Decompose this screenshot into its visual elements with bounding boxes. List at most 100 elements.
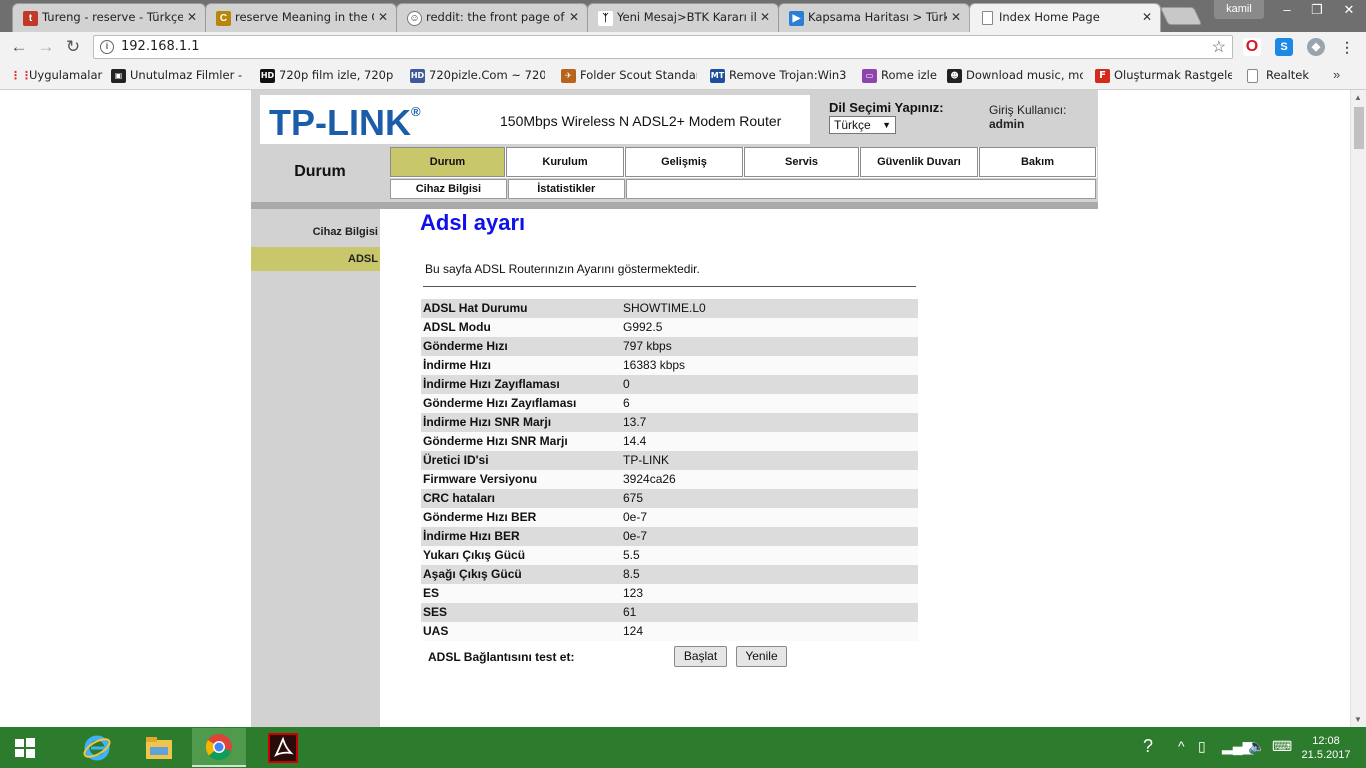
minimize-icon[interactable]: – xyxy=(1272,0,1302,20)
bookmark-720p[interactable]: HD 720p film izle, 720p izle xyxy=(260,68,396,84)
refresh-button[interactable]: Yenile xyxy=(736,646,787,667)
menu-icon[interactable]: ⋮ xyxy=(1338,38,1356,56)
info-icon[interactable]: i xyxy=(100,40,114,54)
close-tab-icon[interactable]: ✕ xyxy=(567,10,581,24)
system-clock[interactable]: 12:08 21.5.2017 xyxy=(1298,734,1354,762)
acrobat-reader-icon[interactable] xyxy=(256,728,310,767)
volume-icon[interactable]: 🔈 xyxy=(1248,738,1265,755)
vertical-scrollbar[interactable]: ▲ ▼ xyxy=(1350,90,1366,727)
table-row: Gönderme Hızı 797 kbps xyxy=(421,337,918,356)
help-icon[interactable]: ? xyxy=(1143,736,1153,757)
bookmark-folder-scout[interactable]: ✈ Folder Scout Standard xyxy=(561,68,697,84)
page-description: Bu sayfa ADSL Routerınızın Ayarını göste… xyxy=(425,262,700,276)
chrome-taskbar-icon[interactable] xyxy=(192,728,246,767)
browser-tab-reddit[interactable]: ☺ reddit: the front page of the internet… xyxy=(396,3,588,32)
stat-label: İndirme Hızı xyxy=(423,358,492,372)
folder-scout-icon: ✈ xyxy=(561,69,576,83)
browser-tab-cambridge[interactable]: C reserve Meaning in the Cambridge Engli… xyxy=(205,3,397,32)
tab-guvenlik-duvari[interactable]: Güvenlik Duvarı xyxy=(860,147,978,177)
language-select[interactable]: Türkçe ▼ xyxy=(829,116,896,134)
bookmark-download[interactable]: ☻ Download music, movies xyxy=(947,68,1083,84)
forward-arrow-icon[interactable]: → xyxy=(35,36,57,58)
stat-value: 0 xyxy=(623,377,630,391)
tab-title: Yeni Mesaj>BTK Kararı ile xyxy=(617,10,756,24)
close-tab-icon[interactable]: ✕ xyxy=(758,10,772,24)
bookmark-720pizle[interactable]: HD 720pizle.Com ~ 720p film xyxy=(410,68,545,84)
skype-icon[interactable]: S xyxy=(1275,38,1293,56)
tab-gelismis[interactable]: Gelişmiş xyxy=(625,147,743,177)
bookmark-remove-trojan[interactable]: MT Remove Trojan:Win32 xyxy=(710,68,847,84)
stat-value: 797 kbps xyxy=(623,339,672,353)
ime-icon[interactable]: ⌨ xyxy=(1272,738,1292,755)
bookmark-olusturmak[interactable]: F Oluşturmak Rastgele Ana xyxy=(1095,68,1232,84)
chevron-up-icon[interactable]: ^ xyxy=(1178,738,1185,754)
close-tab-icon[interactable]: ✕ xyxy=(949,10,963,24)
battery-icon[interactable]: ▯ xyxy=(1198,738,1206,755)
tab-kurulum[interactable]: Kurulum xyxy=(506,147,624,177)
bookmark-rome[interactable]: ▭ Rome izle xyxy=(862,68,952,84)
new-tab-button[interactable] xyxy=(1159,7,1203,25)
extension-icon[interactable]: ◆ xyxy=(1307,38,1325,56)
browser-tab-forum[interactable]: ᛉ Yeni Mesaj>BTK Kararı ile ✕ xyxy=(587,3,779,32)
browser-tab-index[interactable]: Index Home Page ✕ xyxy=(969,3,1161,32)
f-icon: F xyxy=(1095,69,1110,83)
browser-tab-kapsama[interactable]: ▶ Kapsama Haritası > Türk Telekom ✕ xyxy=(778,3,970,32)
bookmark-label: Unutulmaz Filmler - Sinema Filmleri xyxy=(130,68,245,82)
close-window-icon[interactable]: ✕ xyxy=(1334,0,1364,20)
stat-label: UAS xyxy=(423,624,449,638)
sub-tabs: Cihaz Bilgisi İstatistikler xyxy=(390,179,1097,200)
table-row: Gönderme Hızı BER 0e-7 xyxy=(421,508,918,527)
internet-explorer-icon[interactable] xyxy=(70,728,124,767)
forum-icon: ᛉ xyxy=(598,11,613,26)
profile-button[interactable]: kamil xyxy=(1214,0,1264,19)
document-icon xyxy=(1247,69,1258,83)
bookmark-label: Remove Trojan:Win32 xyxy=(729,68,847,82)
stat-label: Gönderme Hızı xyxy=(423,339,508,353)
stat-value: 124 xyxy=(623,624,644,638)
scrollbar-thumb[interactable] xyxy=(1354,107,1364,149)
bookmark-unutulmaz[interactable]: ▣ Unutulmaz Filmler - Sinema Filmleri xyxy=(111,68,245,84)
left-menu-cihaz-bilgisi[interactable]: Cihaz Bilgisi xyxy=(251,220,380,244)
browser-tab-tureng[interactable]: t Tureng - reserve - Türkçe İngilizce Sö… xyxy=(12,3,206,32)
maximize-icon[interactable]: ❐ xyxy=(1302,0,1332,20)
download-icon: ☻ xyxy=(947,69,962,83)
stat-label: Aşağı Çıkış Gücü xyxy=(423,567,522,581)
subtab-istatistikler[interactable]: İstatistikler xyxy=(507,179,625,199)
bookmark-realtek[interactable]: Realtek xyxy=(1247,68,1317,84)
bookmark-apps[interactable]: ⋮⋮ Uygulamalar xyxy=(10,68,105,84)
start-button[interactable]: Başlat xyxy=(674,646,727,667)
tab-bakim[interactable]: Bakım xyxy=(979,147,1096,177)
stat-label: İndirme Hızı Zayıflaması xyxy=(423,377,560,391)
tab-title: Tureng - reserve - Türkçe İngilizce Sözl… xyxy=(42,10,183,24)
scroll-down-icon[interactable]: ▼ xyxy=(1354,715,1362,724)
address-bar[interactable]: i 192.168.1.1 ☆ xyxy=(93,35,1233,59)
stat-label: Gönderme Hızı Zayıflaması xyxy=(423,396,577,410)
tab-servis[interactable]: Servis xyxy=(744,147,859,177)
close-tab-icon[interactable]: ✕ xyxy=(1140,10,1154,24)
file-explorer-icon[interactable] xyxy=(132,728,186,767)
url-text[interactable]: 192.168.1.1 xyxy=(121,39,200,54)
logo-banner: TP-LINK® 150Mbps Wireless N ADSL2+ Modem… xyxy=(260,95,810,144)
back-arrow-icon[interactable]: ← xyxy=(8,36,30,58)
stat-value: 6 xyxy=(623,396,630,410)
reload-icon[interactable]: ↻ xyxy=(62,36,84,58)
stat-label: Firmware Versiyonu xyxy=(423,472,538,486)
close-tab-icon[interactable]: ✕ xyxy=(185,10,199,24)
close-tab-icon[interactable]: ✕ xyxy=(376,10,390,24)
stat-value: 13.7 xyxy=(623,415,647,429)
opera-icon[interactable]: O xyxy=(1243,38,1261,56)
section-title: Durum xyxy=(251,146,389,202)
table-row: Aşağı Çıkış Gücü 8.5 xyxy=(421,565,918,584)
tab-durum[interactable]: Durum xyxy=(390,147,505,177)
more-bookmarks-icon[interactable]: » xyxy=(1333,67,1340,82)
table-row: Üretici ID'si TP-LINK xyxy=(421,451,918,470)
bookmark-label: Download music, movies xyxy=(966,68,1083,82)
tab-title: Index Home Page xyxy=(999,10,1100,24)
scroll-up-icon[interactable]: ▲ xyxy=(1354,93,1362,102)
bookmark-star-icon[interactable]: ☆ xyxy=(1212,37,1226,57)
stat-value: 123 xyxy=(623,586,644,600)
windows-start-icon[interactable] xyxy=(0,728,50,767)
bookmark-label: 720pizle.Com ~ 720p film xyxy=(429,68,545,82)
subtab-cihaz-bilgisi[interactable]: Cihaz Bilgisi xyxy=(390,179,507,199)
left-menu-adsl[interactable]: ADSL xyxy=(251,247,380,271)
